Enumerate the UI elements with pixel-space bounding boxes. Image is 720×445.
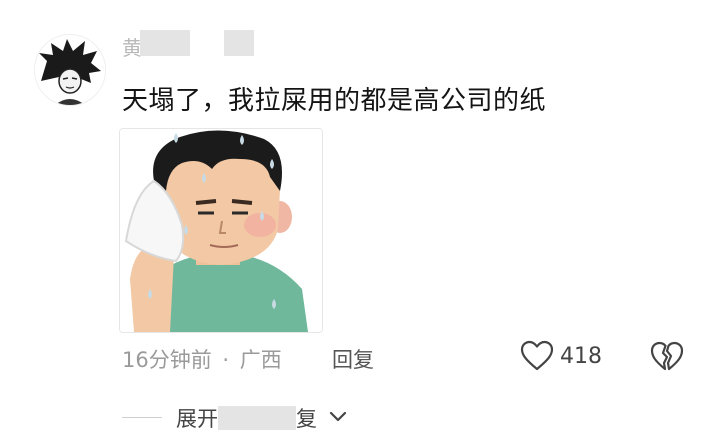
broken-heart-icon: [650, 341, 684, 371]
reply-button[interactable]: 回复: [332, 344, 374, 374]
dislike-button[interactable]: [650, 341, 684, 377]
expand-suffix: 复: [296, 407, 317, 431]
comment-sticker-image[interactable]: [119, 128, 323, 333]
meta-separator: ·: [222, 348, 230, 372]
redaction-block: [140, 30, 190, 56]
chevron-down-icon[interactable]: [328, 406, 348, 426]
comment-location: 广西: [239, 348, 282, 372]
redaction-block: [224, 30, 254, 56]
expand-prefix: 展开: [176, 407, 218, 431]
redaction-block: [218, 406, 296, 430]
avatar-image: [35, 35, 105, 105]
comment-time: 16分钟前: [122, 348, 212, 372]
user-avatar[interactable]: [34, 34, 106, 106]
comment-meta: 16分钟前 · 广西: [122, 344, 282, 374]
like-count: 418: [560, 343, 602, 369]
expand-replies-button[interactable]: 展开 复: [176, 403, 317, 433]
sweating-man-sticker: [120, 129, 322, 332]
heart-outline-icon: [520, 340, 554, 371]
divider-line: [122, 417, 162, 418]
comment-text: 天塌了，我拉屎用的都是高公司的纸: [122, 86, 547, 116]
like-button[interactable]: 418: [520, 340, 602, 372]
